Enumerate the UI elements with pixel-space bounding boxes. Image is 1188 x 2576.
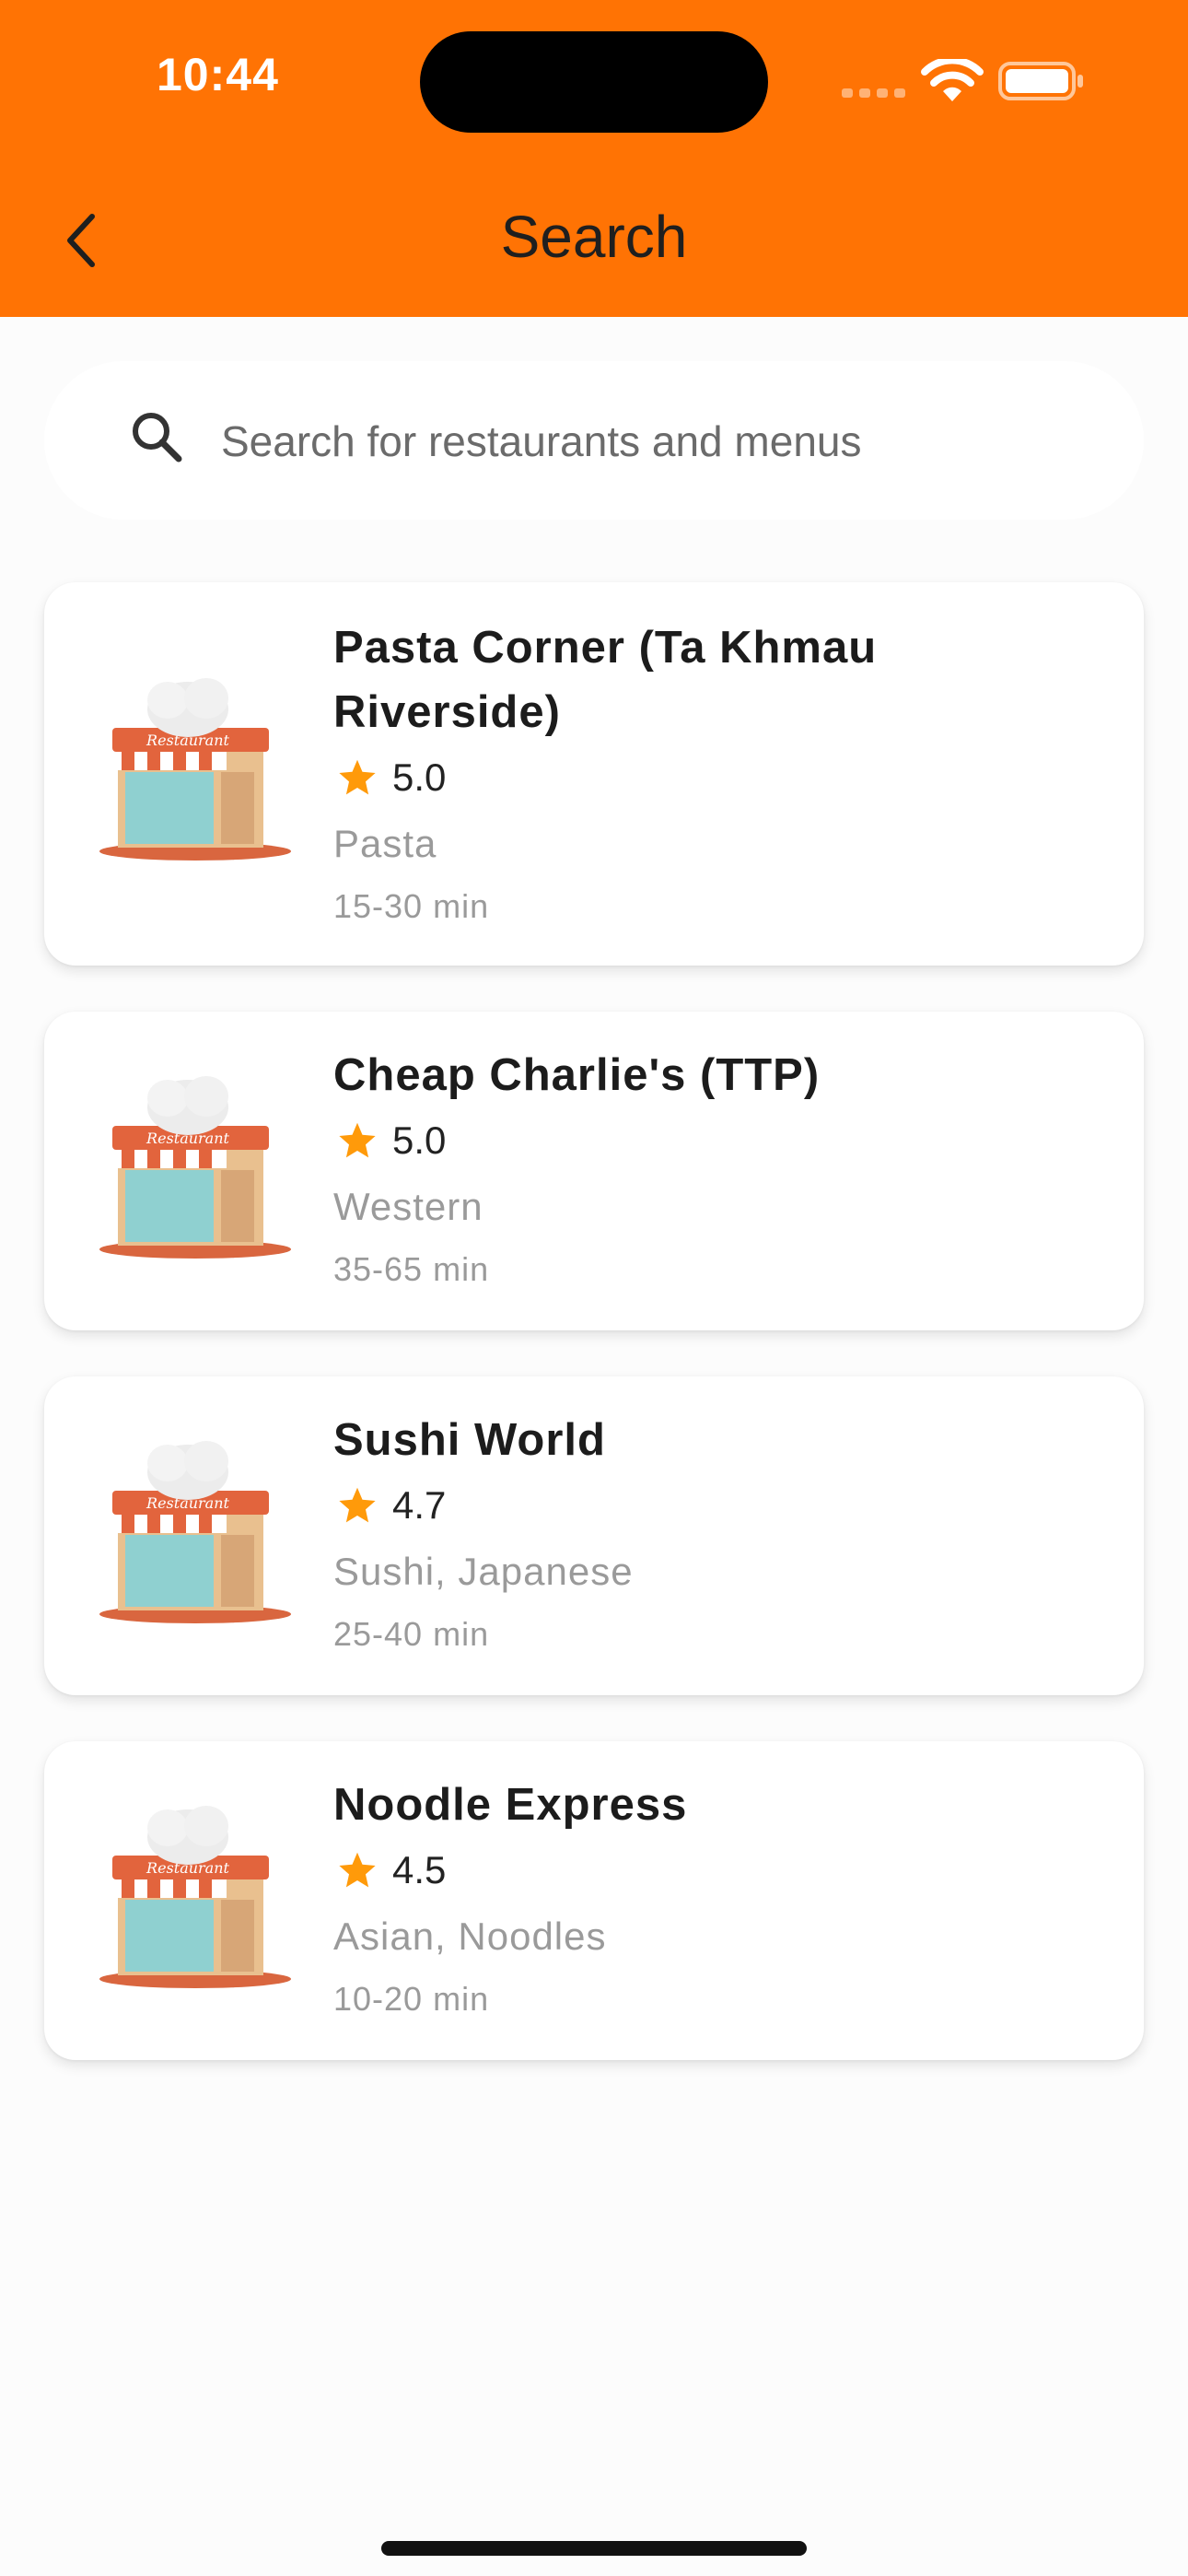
rating-row: 4.5: [333, 1837, 1107, 1903]
search-icon: [133, 413, 182, 463]
awning: [118, 1150, 227, 1168]
rating-row: 5.0: [333, 1107, 1107, 1174]
dynamic-island: [420, 31, 768, 133]
restaurant-card[interactable]: Restaurant Pasta Corner (Ta Khmau Rivers…: [44, 582, 1144, 966]
restaurant-thumbnail: Restaurant: [99, 1076, 291, 1259]
star-icon: [339, 759, 376, 795]
cellular-signal-icon: [842, 88, 905, 98]
wifi-icon: [921, 59, 984, 101]
restaurant-card[interactable]: Restaurant Cheap Charlie's (TTP) 5.0 Wes…: [44, 1012, 1144, 1330]
home-indicator[interactable]: [381, 2541, 807, 2556]
delivery-time: 15-30 min: [333, 887, 490, 925]
restaurant-name: Sushi World: [333, 1415, 606, 1465]
delivery-time: 35-65 min: [333, 1250, 490, 1288]
restaurant-info: Sushi World 4.7 Sushi, Japanese 25-40 mi…: [333, 1408, 1107, 1664]
star-icon: [339, 1487, 376, 1523]
rating-row: 5.0: [333, 744, 1107, 811]
restaurant-name: Cheap Charlie's (TTP): [333, 1050, 821, 1100]
restaurant-cuisine: Western: [333, 1185, 483, 1228]
restaurant-cuisine: Asian, Noodles: [333, 1914, 607, 1958]
delivery-time: 10-20 min: [333, 1980, 490, 2018]
awning: [118, 1879, 227, 1898]
restaurant-card[interactable]: Restaurant Noodle Express 4.5 Asian, Noo…: [44, 1741, 1144, 2060]
star-icon: [339, 1852, 376, 1888]
restaurant-info: Pasta Corner (Ta Khmau Riverside) 5.0 Pa…: [333, 615, 1107, 936]
restaurant-thumbnail: Restaurant: [99, 1806, 291, 1988]
page-title: Search: [500, 204, 688, 270]
restaurant-name: Pasta Corner (Ta Khmau Riverside): [333, 623, 878, 737]
restaurant-rating: 5.0: [392, 1118, 447, 1162]
rating-row: 4.7: [333, 1472, 1107, 1539]
delivery-time: 25-40 min: [333, 1615, 490, 1653]
restaurant-rating: 5.0: [392, 755, 447, 799]
restaurant-name: Noodle Express: [333, 1780, 688, 1830]
star-icon: [339, 1122, 376, 1158]
awning: [118, 1515, 227, 1533]
restaurant-info: Cheap Charlie's (TTP) 5.0 Western 35-65 …: [333, 1043, 1107, 1299]
restaurant-cuisine: Sushi, Japanese: [333, 1550, 634, 1593]
search-bar[interactable]: [44, 361, 1144, 520]
screen: 10:44 Search Search for restaurants and …: [0, 0, 1188, 2576]
restaurant-rating: 4.5: [392, 1848, 447, 1891]
restaurant-info: Noodle Express 4.5 Asian, Noodles 10-20 …: [333, 1773, 1107, 2029]
restaurant-thumbnail: Restaurant: [99, 678, 291, 861]
awning: [118, 752, 227, 770]
restaurant-rating: 4.7: [392, 1483, 447, 1527]
restaurant-cuisine: Pasta: [333, 822, 437, 865]
app-header: 10:44 Search: [0, 0, 1188, 317]
restaurant-card[interactable]: Restaurant Sushi World 4.7 Sushi, Japane…: [44, 1376, 1144, 1695]
battery-icon: [998, 62, 1083, 100]
status-time: 10:44: [157, 49, 279, 100]
search-input[interactable]: [221, 409, 1050, 474]
restaurant-thumbnail: Restaurant: [99, 1441, 291, 1623]
